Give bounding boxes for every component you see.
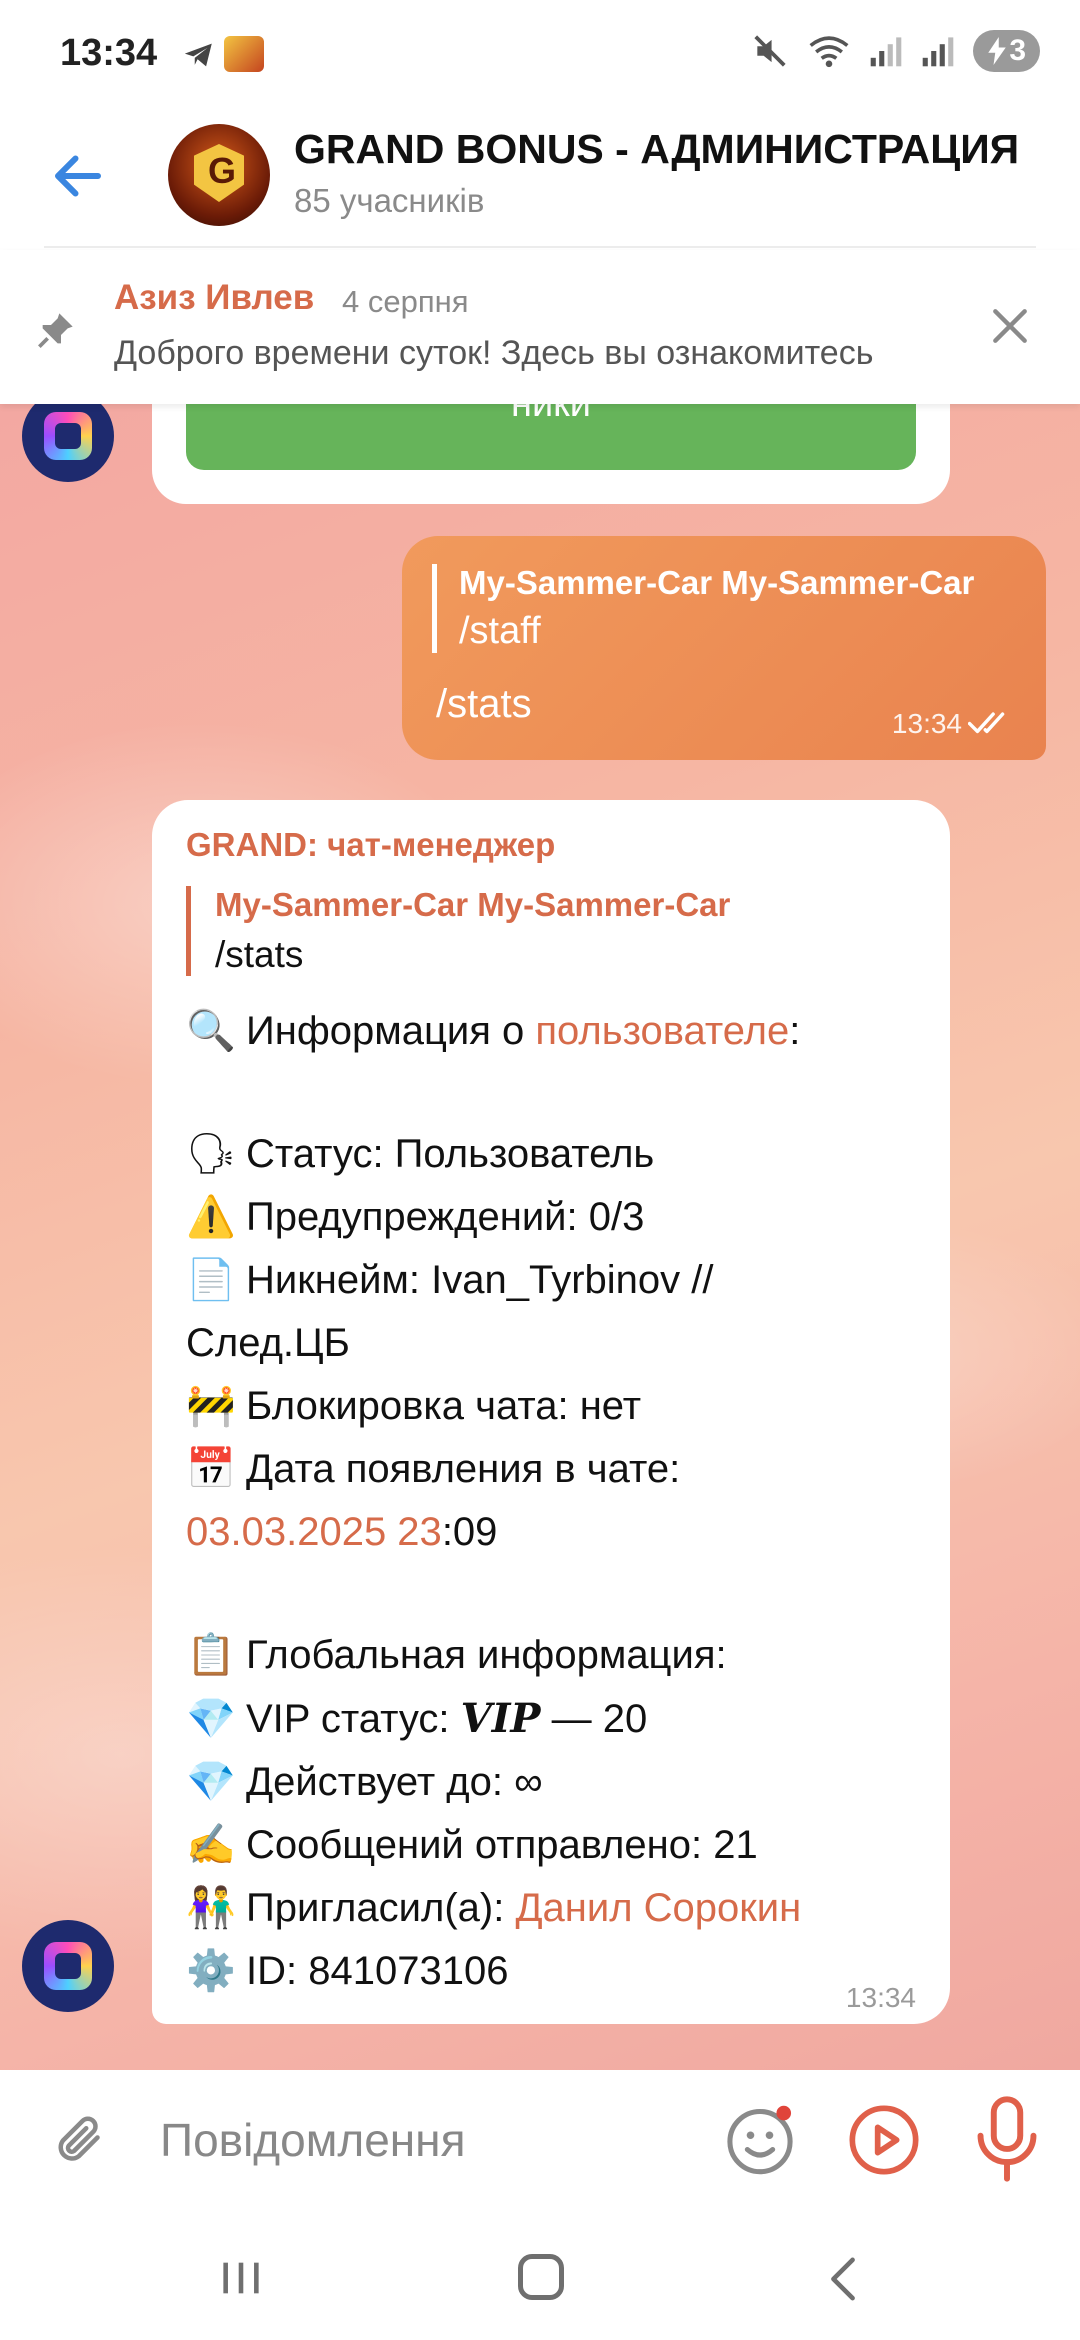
chat-area[interactable]: ники My-Sammer-Car My-Sammer-Car /staff … (0, 404, 1080, 2070)
charging-icon (988, 37, 1007, 65)
battery-level: 3 (1009, 34, 1026, 67)
inviter-link[interactable]: Данил Сорокин (515, 1886, 801, 1930)
pinned-text: Доброго времени суток! Здесь вы ознакоми… (114, 334, 874, 372)
nav-back-icon[interactable] (826, 2256, 860, 2302)
outgoing-message[interactable]: My-Sammer-Car My-Sammer-Car /staff /stat… (402, 536, 1046, 760)
bot-logo-icon (44, 1942, 92, 1990)
message-input[interactable] (160, 2100, 680, 2180)
emoji-icon[interactable] (722, 2102, 798, 2178)
message-body: 🔍 Информация о пользователе: 🗣 Статус: Пол… (186, 1000, 926, 2003)
pinned-message-bar[interactable]: Азиз Ивлев 4 серпня Доброго времени суто… (0, 250, 1080, 404)
document-icon: 📄 (186, 1258, 236, 1302)
pinned-author: Азиз Ивлев (114, 278, 315, 317)
video-message-icon[interactable] (846, 2102, 922, 2178)
join-line: 📅 Дата появления в чате: (186, 1438, 926, 1501)
warning-icon: ⚠️ (186, 1195, 236, 1239)
barrier-icon: 🚧 (186, 1384, 236, 1428)
reply-quote[interactable]: My-Sammer-Car My-Sammer-Car /stats (186, 886, 886, 976)
user-link[interactable]: пользователе (535, 1009, 789, 1053)
group-title[interactable]: GRAND BONUS - АДМИНИСТРАЦИЯ (294, 126, 1019, 173)
pinned-date: 4 серпня (342, 284, 469, 319)
invited-line: 👫 Пригласил(а): Данил Сорокин (186, 1877, 926, 1940)
diamond-icon: 💎 (186, 1697, 236, 1741)
members-count: 85 учасників (294, 182, 485, 219)
block-line: 🚧 Блокировка чата: нет (186, 1375, 926, 1438)
status-icons: 3 (751, 30, 1040, 72)
sent-line: ✍️ Сообщений отправлено: 21 (186, 1814, 926, 1877)
back-arrow-icon[interactable] (48, 146, 108, 206)
magnifier-icon: 🔍 (186, 1009, 236, 1053)
couple-icon: 👫 (186, 1886, 236, 1930)
system-nav-bar (0, 2210, 1080, 2340)
signal-icon (871, 37, 902, 67)
status-time: 13:34 (60, 32, 158, 74)
join-date-line: 03.03.2025 23:09 (186, 1510, 498, 1554)
recent-apps-icon[interactable] (218, 2258, 264, 2298)
home-icon[interactable] (518, 2254, 564, 2300)
reply-text: /stats (215, 934, 304, 975)
message-text: /stats (436, 682, 532, 726)
incoming-message[interactable]: GRAND: чат-менеджер My-Sammer-Car My-Sam… (152, 800, 950, 2024)
reply-author: My-Sammer-Car My-Sammer-Car (459, 564, 975, 601)
pin-icon (38, 313, 73, 348)
message-time: 13:34 (891, 708, 962, 739)
calendar-icon: 📅 (186, 1447, 236, 1491)
chat-header: G GRAND BONUS - АДМИНИСТРАЦИЯ 85 учасник… (0, 110, 1080, 250)
message-composer (0, 2070, 1080, 2210)
global-info-line: 📋 Глобальная информация: (186, 1624, 926, 1687)
speaking-head-icon: 🗣 (186, 1132, 237, 1176)
diamond-icon: 💎 (186, 1760, 236, 1804)
message-time: 13:34 (845, 1982, 916, 2013)
group-avatar[interactable]: G (168, 124, 270, 226)
valid-until-line: 💎 Действует до: ∞ (186, 1751, 926, 1814)
bot-logo-icon (44, 412, 92, 460)
reply-author: My-Sammer-Car My-Sammer-Car (215, 886, 731, 923)
writing-hand-icon: ✍️ (186, 1823, 236, 1867)
double-check-icon (968, 712, 1005, 734)
wifi-icon (809, 36, 849, 68)
sender-name[interactable]: GRAND: чат-менеджер (186, 826, 555, 864)
nickname-line-cont: След.ЦБ (186, 1321, 350, 1365)
attach-icon[interactable] (50, 2110, 110, 2170)
inline-keyboard-button[interactable]: ники (186, 404, 916, 470)
telegram-icon (184, 43, 212, 67)
close-icon[interactable] (988, 304, 1032, 348)
bot-avatar[interactable] (22, 1920, 114, 2012)
battery-indicator: 3 (973, 30, 1040, 72)
status-line: 🗣 Статус: Пользователь (186, 1123, 926, 1186)
reply-quote[interactable]: My-Sammer-Car My-Sammer-Car /staff (432, 564, 1012, 653)
reply-text: /staff (459, 610, 541, 652)
vip-value: VIP (460, 1695, 541, 1742)
vip-line: 💎 VIP статус: VIP — 20 (186, 1687, 926, 1751)
app-notification-icon (224, 36, 264, 72)
warnings-line: ⚠️ Предупреждений: 0/3 (186, 1186, 926, 1249)
gear-icon: ⚙️ (186, 1949, 236, 1993)
id-line: ⚙️ ID: 841073106 (186, 1940, 926, 2003)
date-link[interactable]: 03.03.2025 23 (186, 1510, 442, 1554)
microphone-icon[interactable] (972, 2096, 1042, 2182)
signal-roaming-icon (923, 37, 954, 67)
clipboard-icon: 📋 (186, 1633, 236, 1677)
bot-avatar[interactable] (22, 404, 114, 482)
info-line: 🔍 Информация о пользователе: (186, 1000, 926, 1063)
status-bar: 13:34 3 (0, 0, 1080, 110)
header-divider (44, 246, 1036, 248)
nickname-line: 📄 Никнейм: Ivan_Tyrbinov // (186, 1249, 926, 1312)
mute-icon (754, 35, 786, 67)
message-bubble-partial: ники (152, 404, 950, 504)
group-logo-icon: G (194, 144, 244, 202)
